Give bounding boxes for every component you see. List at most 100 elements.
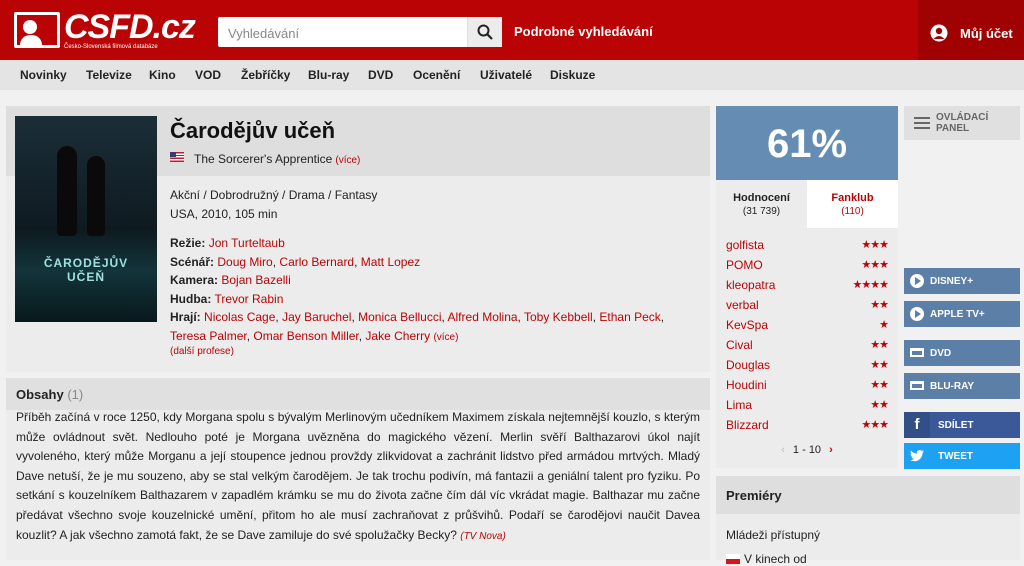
user-link[interactable]: Lima — [726, 398, 752, 412]
user-link[interactable]: KevSpa — [726, 318, 768, 332]
list-item: Douglas ★★ — [726, 358, 889, 378]
person-link[interactable]: Carlo Bernard — [279, 255, 354, 269]
cinema-release-text: V kinech od — [744, 552, 807, 566]
logo-icon — [14, 12, 60, 48]
nav-item-kino[interactable]: Kino — [149, 68, 176, 82]
user-link[interactable]: verbal — [726, 298, 759, 312]
cast-more-link[interactable]: (více) — [433, 332, 458, 343]
nav-item-zebricky[interactable]: Žebříčky — [241, 68, 290, 82]
movie-poster[interactable]: ČARODĚJŮV UČEŇ — [15, 116, 157, 322]
person-link[interactable]: Jon Turteltaub — [209, 236, 285, 250]
plot-title-text: Obsahy — [16, 387, 64, 402]
stars-icon: ★★ — [870, 399, 889, 411]
advanced-search-link[interactable]: Podrobné vyhledávání — [514, 24, 653, 39]
person-link[interactable]: Doug Miro — [217, 255, 272, 269]
person-link[interactable]: Nicolas Cage — [204, 310, 275, 324]
user-link[interactable]: Houdini — [726, 378, 767, 392]
premieres-section: Premiéry Mládeži přístupný V kinech od — [716, 476, 1020, 566]
person-link[interactable]: Toby Kebbell — [524, 310, 593, 324]
account-button[interactable]: Můj účet — [918, 0, 1024, 60]
stars-icon: ★★★ — [861, 419, 889, 431]
original-title-text: The Sorcerer's Apprentice — [194, 152, 333, 166]
ratings-pager: ‹ 1 - 10 › — [716, 444, 898, 456]
control-panel-button[interactable]: OVLÁDACÍ PANEL — [904, 106, 1020, 140]
tweet-button[interactable]: TWEET — [904, 443, 1020, 469]
credit-camera: Kamera: Bojan Bazelli — [170, 271, 700, 290]
nav-item-novinky[interactable]: Novinky — [20, 68, 67, 82]
stars-icon: ★★ — [870, 379, 889, 391]
search-box — [218, 17, 502, 47]
cinema-release: V kinech od — [726, 552, 807, 566]
credit-music: Hudba: Trevor Rabin — [170, 290, 700, 309]
list-item: Cival ★★ — [726, 338, 889, 358]
nav-item-uzivatele[interactable]: Uživatelé — [480, 68, 532, 82]
share-button[interactable]: f SDÍLET — [904, 412, 1020, 438]
person-link[interactable]: Alfred Molina — [448, 310, 518, 324]
dvd-button[interactable]: DVD — [904, 340, 1020, 366]
stars-icon: ★★ — [870, 339, 889, 351]
more-professions-link[interactable]: (další profese) — [170, 346, 234, 357]
nav-item-dvd[interactable]: DVD — [368, 68, 393, 82]
apple-tv-label: APPLE TV+ — [930, 309, 985, 320]
list-item: Houdini ★★ — [726, 378, 889, 398]
bluray-button[interactable]: BLU-RAY — [904, 373, 1020, 399]
genres: Akční / Dobrodružný / Drama / Fantasy — [170, 188, 378, 202]
user-link[interactable]: Douglas — [726, 358, 770, 372]
apple-tv-button[interactable]: APPLE TV+ — [904, 301, 1020, 327]
person-link[interactable]: Teresa Palmer — [170, 329, 247, 343]
user-link[interactable]: kleopatra — [726, 278, 775, 292]
logo-text: CSFD.cz — [64, 8, 196, 46]
user-link[interactable]: golfista — [726, 238, 764, 252]
plot-section: Obsahy (1) Příběh začíná v roce 1250, kd… — [6, 378, 710, 560]
tab-fanclub[interactable]: Fanklub (110) — [807, 180, 898, 228]
control-panel-label: OVLÁDACÍ PANEL — [936, 112, 989, 134]
person-link[interactable]: Jake Cherry — [365, 329, 430, 343]
cz-flag-icon — [726, 554, 740, 564]
person-link[interactable]: Ethan Peck — [599, 310, 660, 324]
original-title-more-link[interactable]: (více) — [335, 155, 360, 166]
user-link[interactable]: Cival — [726, 338, 753, 352]
header: CSFD.cz Česko-Slovenská filmová databáze… — [0, 0, 1024, 60]
origin: USA, 2010, 105 min — [170, 207, 278, 221]
plot-title: Obsahy (1) — [16, 387, 83, 402]
usa-flag-icon — [170, 152, 184, 162]
plot-source[interactable]: (TV Nova) — [460, 531, 506, 542]
list-item: KevSpa ★ — [726, 318, 889, 338]
nav-item-vod[interactable]: VOD — [195, 68, 221, 82]
logo[interactable]: CSFD.cz Česko-Slovenská filmová databáze — [14, 8, 196, 52]
rating-tabs: Hodnocení (31 739) Fanklub (110) — [716, 180, 898, 228]
cart-icon — [910, 381, 924, 390]
disney-plus-button[interactable]: DISNEY+ — [904, 268, 1020, 294]
pager-range: 1 - 10 — [792, 444, 822, 456]
person-link[interactable]: Jay Baruchel — [282, 310, 351, 324]
search-input[interactable] — [226, 22, 470, 44]
stars-icon: ★★★★ — [852, 279, 889, 291]
nav-item-bluray[interactable]: Blu-ray — [308, 68, 349, 82]
chevron-left-icon[interactable]: ‹ — [781, 444, 785, 456]
user-icon — [930, 24, 948, 42]
person-link[interactable]: Monica Bellucci — [358, 310, 441, 324]
play-icon — [910, 307, 924, 321]
poster-title: ČARODĚJŮV UČEŇ — [43, 256, 129, 284]
user-link[interactable]: POMO — [726, 258, 763, 272]
list-item: golfista ★★★ — [726, 238, 889, 258]
person-link[interactable]: Bojan Bazelli — [221, 273, 290, 287]
facebook-icon: f — [904, 412, 930, 438]
person-link[interactable]: Trevor Rabin — [214, 292, 283, 306]
nav-item-diskuze[interactable]: Diskuze — [550, 68, 595, 82]
search-button[interactable] — [467, 17, 502, 47]
stars-icon: ★ — [879, 319, 889, 331]
tab-ratings[interactable]: Hodnocení (31 739) — [716, 180, 807, 228]
person-link[interactable]: Matt Lopez — [361, 255, 420, 269]
nav-item-televize[interactable]: Televize — [86, 68, 132, 82]
chevron-right-icon[interactable]: › — [829, 444, 833, 456]
user-link[interactable]: Blizzard — [726, 418, 769, 432]
credit-label: Scénář: — [170, 254, 215, 269]
list-item: Blizzard ★★★ — [726, 418, 889, 438]
rating-percent: 61% — [716, 106, 898, 180]
stars-icon: ★★★ — [861, 259, 889, 271]
person-link[interactable]: Omar Benson Miller — [253, 329, 358, 343]
tweet-label: TWEET — [938, 451, 973, 462]
twitter-icon — [910, 450, 924, 462]
nav-item-oceneni[interactable]: Ocenění — [413, 68, 460, 82]
